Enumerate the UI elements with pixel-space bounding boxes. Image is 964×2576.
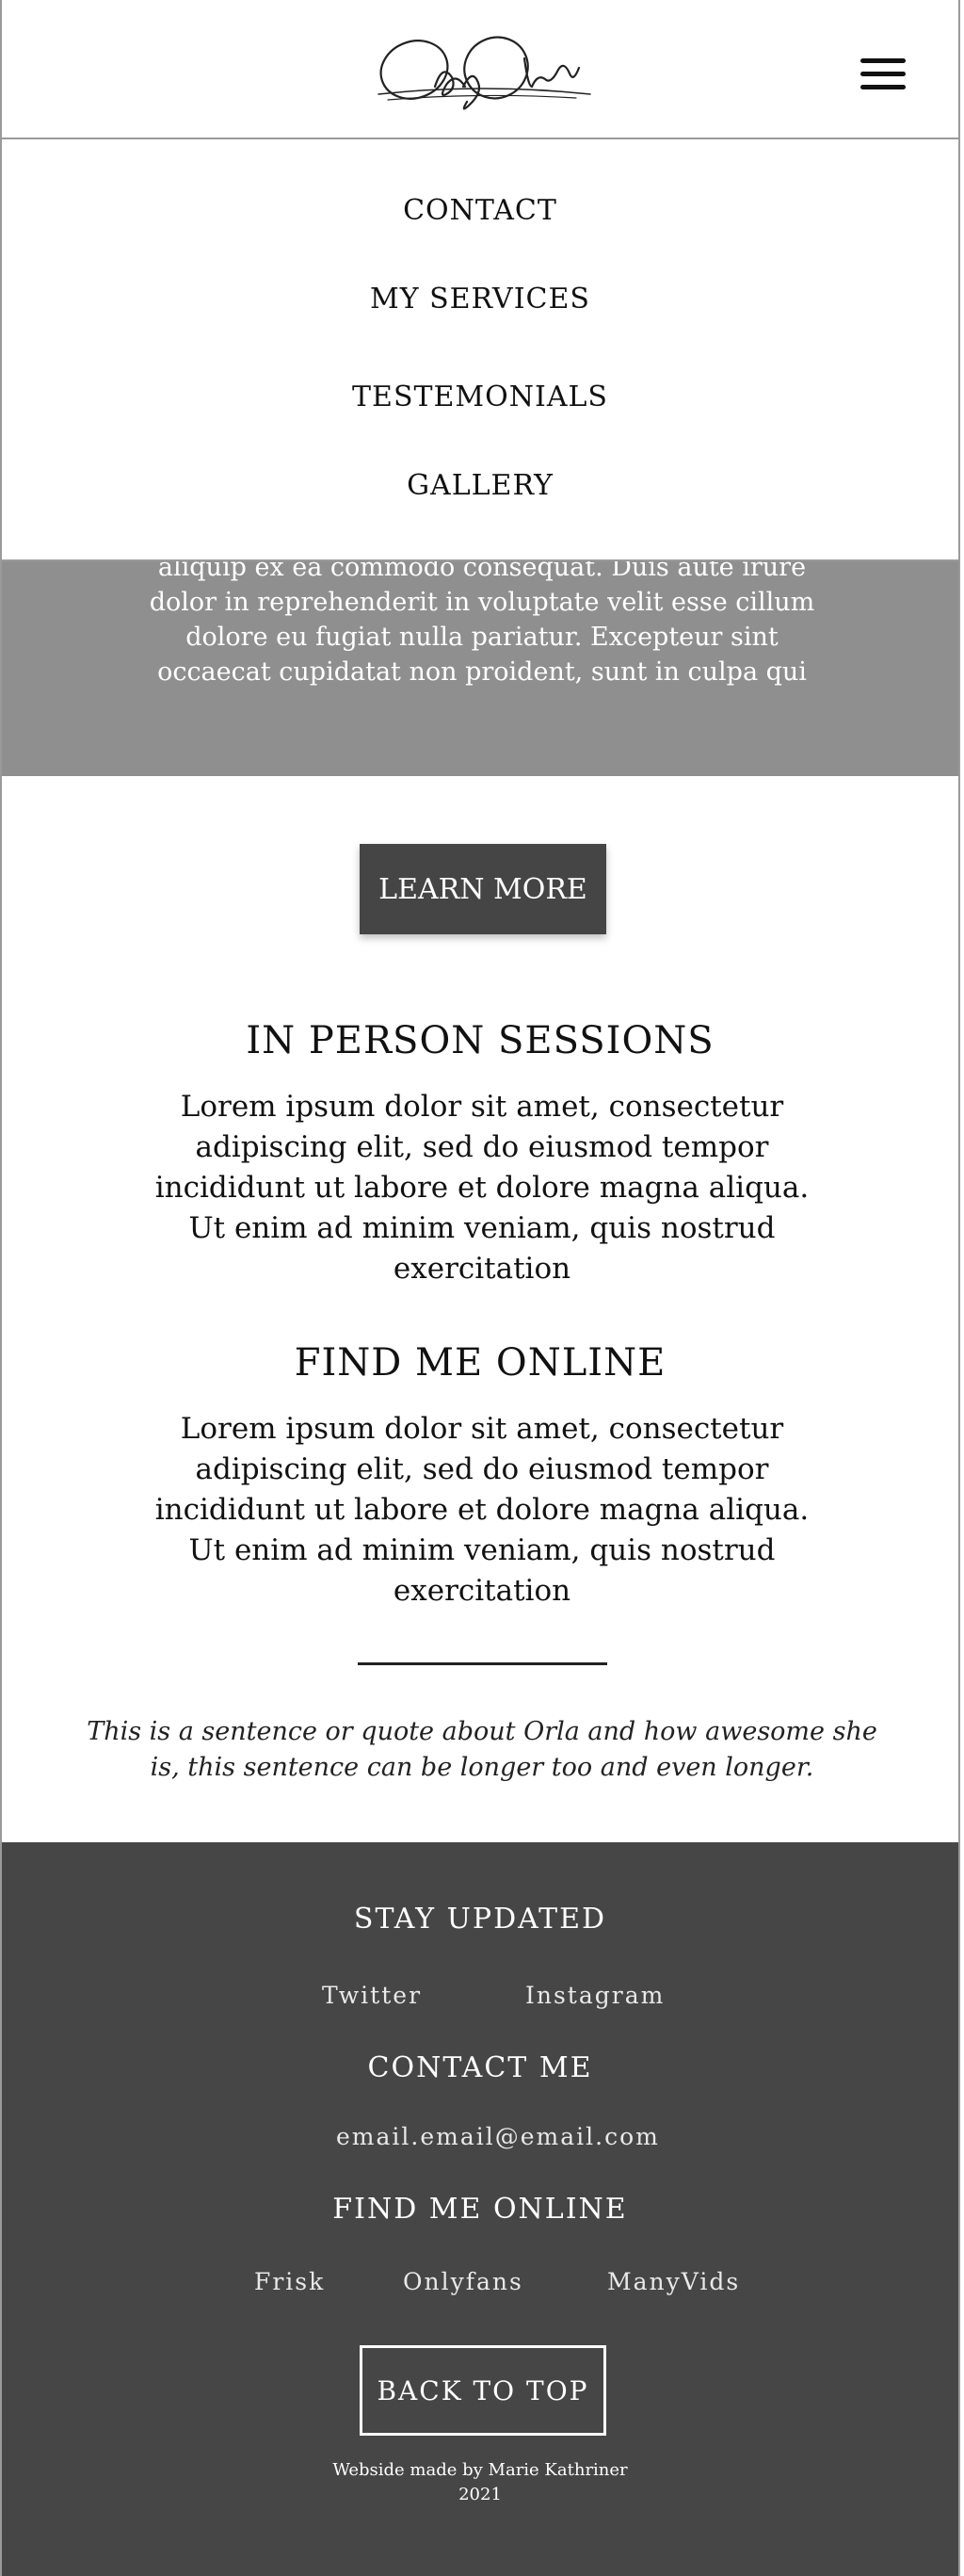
hamburger-bar: [860, 58, 906, 63]
footer-link-manyvids[interactable]: ManyVids: [607, 2268, 740, 2295]
learn-more-button[interactable]: LEARN MORE: [360, 844, 606, 934]
footer-link-instagram[interactable]: Instagram: [525, 1982, 665, 2009]
nav-item-my-services[interactable]: MY SERVICES: [2, 283, 958, 316]
site-header: [2, 0, 958, 139]
intro-text: aliquip ex ea commodo consequat. Duis au…: [149, 559, 815, 687]
footer-credit: Webside made by Marie Kathriner: [332, 2460, 628, 2480]
footer-link-frisk[interactable]: Frisk: [254, 2268, 325, 2295]
footer-find-online-title: FIND ME ONLINE: [332, 2193, 628, 2226]
find-me-online-title: FIND ME ONLINE: [294, 1341, 667, 1385]
in-person-sessions-title: IN PERSON SESSIONS: [246, 1019, 715, 1062]
hamburger-menu-icon[interactable]: [860, 58, 906, 92]
footer-link-twitter[interactable]: Twitter: [322, 1982, 422, 2009]
section-divider: [358, 1662, 607, 1665]
back-to-top-button[interactable]: BACK TO TOP: [360, 2345, 606, 2436]
testimonial-quote: This is a sentence or quote about Orla a…: [87, 1717, 877, 1782]
footer-link-onlyfans[interactable]: Onlyfans: [403, 2268, 523, 2295]
hamburger-bar: [860, 85, 906, 89]
page: CONTACT MY SERVICES TESTEMONIALS GALLERY…: [0, 0, 960, 2576]
nav-item-contact[interactable]: CONTACT: [2, 194, 958, 227]
hamburger-bar: [860, 72, 906, 76]
footer-contact-title: CONTACT ME: [367, 2051, 593, 2084]
footer-email-link[interactable]: email.email@email.com: [336, 2123, 660, 2150]
dropdown-nav: CONTACT MY SERVICES TESTEMONIALS GALLERY: [2, 139, 958, 561]
logo-signature-graphic: [378, 36, 591, 110]
nav-item-testemonials[interactable]: TESTEMONIALS: [2, 381, 958, 413]
site-logo[interactable]: [369, 21, 595, 124]
nav-item-gallery[interactable]: GALLERY: [2, 469, 958, 502]
site-footer: STAY UPDATED Twitter Instagram CONTACT M…: [2, 1842, 958, 2576]
intro-band: aliquip ex ea commodo consequat. Duis au…: [2, 559, 958, 776]
find-me-online-text: Lorem ipsum dolor sit amet, consectetur …: [154, 1412, 810, 1608]
footer-stay-updated-title: STAY UPDATED: [353, 1903, 607, 1936]
footer-credit-year: 2021: [458, 2485, 502, 2504]
in-person-sessions-text: Lorem ipsum dolor sit amet, consectetur …: [154, 1090, 810, 1286]
